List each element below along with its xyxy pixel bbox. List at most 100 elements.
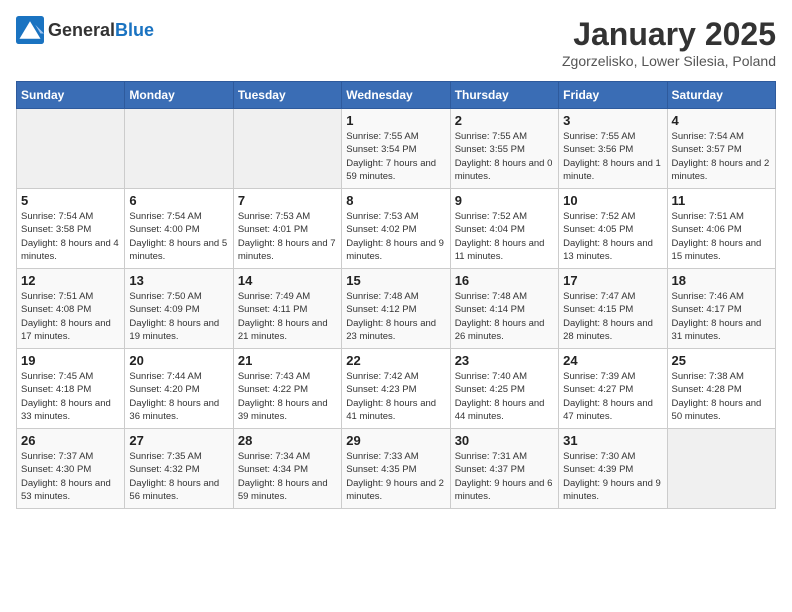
day-number: 26 <box>21 433 120 448</box>
day-info: Sunrise: 7:53 AM Sunset: 4:02 PM Dayligh… <box>346 210 445 263</box>
logo-blue: Blue <box>115 20 154 40</box>
title-section: January 2025 Zgorzelisko, Lower Silesia,… <box>562 16 776 69</box>
day-header-wednesday: Wednesday <box>342 82 450 109</box>
day-number: 23 <box>455 353 554 368</box>
calendar-cell: 14Sunrise: 7:49 AM Sunset: 4:11 PM Dayli… <box>233 269 341 349</box>
day-info: Sunrise: 7:52 AM Sunset: 4:04 PM Dayligh… <box>455 210 554 263</box>
day-info: Sunrise: 7:31 AM Sunset: 4:37 PM Dayligh… <box>455 450 554 503</box>
calendar-cell: 16Sunrise: 7:48 AM Sunset: 4:14 PM Dayli… <box>450 269 558 349</box>
calendar-cell: 20 Sunrise: 7:44 AM Sunset: 4:20 PM Dayli… <box>125 349 233 429</box>
day-number: 2 <box>455 113 554 128</box>
logo: GeneralBlue <box>16 16 154 44</box>
calendar-cell: 13Sunrise: 7:50 AM Sunset: 4:09 PM Dayli… <box>125 269 233 349</box>
calendar-cell: 7Sunrise: 7:53 AM Sunset: 4:01 PM Daylig… <box>233 189 341 269</box>
day-number: 1 <box>346 113 445 128</box>
day-info: Sunrise: 7:44 AM Sunset: 4:20 PM Dayligh… <box>129 370 228 423</box>
calendar-cell: 4 Sunrise: 7:54 AM Sunset: 3:57 PM Daylig… <box>667 109 775 189</box>
calendar-cell: 28 Sunrise: 7:34 AM Sunset: 4:34 PM Dayli… <box>233 429 341 509</box>
logo-text: GeneralBlue <box>48 20 154 41</box>
day-number: 19 <box>21 353 120 368</box>
day-number: 13 <box>129 273 228 288</box>
day-info: Sunrise: 7:45 AM Sunset: 4:18 PM Dayligh… <box>21 370 120 423</box>
day-number: 5 <box>21 193 120 208</box>
day-number: 17 <box>563 273 662 288</box>
calendar-cell: 24 Sunrise: 7:39 AM Sunset: 4:27 PM Dayli… <box>559 349 667 429</box>
calendar-cell: 17 Sunrise: 7:47 AM Sunset: 4:15 PM Dayli… <box>559 269 667 349</box>
calendar-cell: 3Sunrise: 7:55 AM Sunset: 3:56 PM Daylig… <box>559 109 667 189</box>
calendar-cell: 27Sunrise: 7:35 AM Sunset: 4:32 PM Dayli… <box>125 429 233 509</box>
calendar-cell: 25 Sunrise: 7:38 AM Sunset: 4:28 PM Dayli… <box>667 349 775 429</box>
day-info: Sunrise: 7:33 AM Sunset: 4:35 PM Dayligh… <box>346 450 445 503</box>
day-number: 9 <box>455 193 554 208</box>
calendar-header: SundayMondayTuesdayWednesdayThursdayFrid… <box>17 82 776 109</box>
day-info: Sunrise: 7:55 AM Sunset: 3:55 PM Dayligh… <box>455 130 554 183</box>
calendar-cell: 22Sunrise: 7:42 AM Sunset: 4:23 PM Dayli… <box>342 349 450 429</box>
day-header-sunday: Sunday <box>17 82 125 109</box>
calendar-cell: 10 Sunrise: 7:52 AM Sunset: 4:05 PM Dayli… <box>559 189 667 269</box>
calendar-subtitle: Zgorzelisko, Lower Silesia, Poland <box>562 53 776 69</box>
week-row-2: 5 Sunrise: 7:54 AM Sunset: 3:58 PM Daylig… <box>17 189 776 269</box>
day-info: Sunrise: 7:38 AM Sunset: 4:28 PM Dayligh… <box>672 370 771 423</box>
day-info: Sunrise: 7:48 AM Sunset: 4:12 PM Dayligh… <box>346 290 445 343</box>
day-number: 29 <box>346 433 445 448</box>
day-number: 11 <box>672 193 771 208</box>
day-number: 25 <box>672 353 771 368</box>
day-header-monday: Monday <box>125 82 233 109</box>
logo-icon <box>16 16 44 44</box>
calendar-cell: 9 Sunrise: 7:52 AM Sunset: 4:04 PM Daylig… <box>450 189 558 269</box>
day-number: 27 <box>129 433 228 448</box>
day-number: 21 <box>238 353 337 368</box>
day-info: Sunrise: 7:34 AM Sunset: 4:34 PM Dayligh… <box>238 450 337 503</box>
calendar-cell: 19 Sunrise: 7:45 AM Sunset: 4:18 PM Dayli… <box>17 349 125 429</box>
day-number: 31 <box>563 433 662 448</box>
day-number: 14 <box>238 273 337 288</box>
day-info: Sunrise: 7:51 AM Sunset: 4:06 PM Dayligh… <box>672 210 771 263</box>
week-row-4: 19 Sunrise: 7:45 AM Sunset: 4:18 PM Dayli… <box>17 349 776 429</box>
day-info: Sunrise: 7:51 AM Sunset: 4:08 PM Dayligh… <box>21 290 120 343</box>
calendar-table: SundayMondayTuesdayWednesdayThursdayFrid… <box>16 81 776 509</box>
day-number: 4 <box>672 113 771 128</box>
day-number: 3 <box>563 113 662 128</box>
day-info: Sunrise: 7:47 AM Sunset: 4:15 PM Dayligh… <box>563 290 662 343</box>
day-info: Sunrise: 7:54 AM Sunset: 3:57 PM Dayligh… <box>672 130 771 183</box>
calendar-cell: 30 Sunrise: 7:31 AM Sunset: 4:37 PM Dayli… <box>450 429 558 509</box>
day-number: 30 <box>455 433 554 448</box>
day-number: 28 <box>238 433 337 448</box>
header: GeneralBlue January 2025 Zgorzelisko, Lo… <box>16 16 776 69</box>
day-number: 8 <box>346 193 445 208</box>
day-number: 16 <box>455 273 554 288</box>
day-info: Sunrise: 7:30 AM Sunset: 4:39 PM Dayligh… <box>563 450 662 503</box>
day-number: 24 <box>563 353 662 368</box>
day-number: 22 <box>346 353 445 368</box>
day-info: Sunrise: 7:52 AM Sunset: 4:05 PM Dayligh… <box>563 210 662 263</box>
calendar-cell <box>667 429 775 509</box>
day-info: Sunrise: 7:54 AM Sunset: 3:58 PM Dayligh… <box>21 210 120 263</box>
day-number: 15 <box>346 273 445 288</box>
day-info: Sunrise: 7:54 AM Sunset: 4:00 PM Dayligh… <box>129 210 228 263</box>
day-info: Sunrise: 7:46 AM Sunset: 4:17 PM Dayligh… <box>672 290 771 343</box>
day-header-thursday: Thursday <box>450 82 558 109</box>
calendar-cell: 6Sunrise: 7:54 AM Sunset: 4:00 PM Daylig… <box>125 189 233 269</box>
week-row-1: 1 Sunrise: 7:55 AM Sunset: 3:54 PM Daylig… <box>17 109 776 189</box>
calendar-cell: 23 Sunrise: 7:40 AM Sunset: 4:25 PM Dayli… <box>450 349 558 429</box>
calendar-cell: 11 Sunrise: 7:51 AM Sunset: 4:06 PM Dayli… <box>667 189 775 269</box>
day-header-tuesday: Tuesday <box>233 82 341 109</box>
day-number: 12 <box>21 273 120 288</box>
day-info: Sunrise: 7:53 AM Sunset: 4:01 PM Dayligh… <box>238 210 337 263</box>
day-info: Sunrise: 7:55 AM Sunset: 3:54 PM Dayligh… <box>346 130 445 183</box>
week-row-5: 26Sunrise: 7:37 AM Sunset: 4:30 PM Dayli… <box>17 429 776 509</box>
calendar-cell: 12 Sunrise: 7:51 AM Sunset: 4:08 PM Dayli… <box>17 269 125 349</box>
day-number: 20 <box>129 353 228 368</box>
calendar-cell: 26Sunrise: 7:37 AM Sunset: 4:30 PM Dayli… <box>17 429 125 509</box>
day-number: 10 <box>563 193 662 208</box>
day-info: Sunrise: 7:40 AM Sunset: 4:25 PM Dayligh… <box>455 370 554 423</box>
calendar-cell <box>125 109 233 189</box>
calendar-body: 1 Sunrise: 7:55 AM Sunset: 3:54 PM Daylig… <box>17 109 776 509</box>
calendar-cell: 15 Sunrise: 7:48 AM Sunset: 4:12 PM Dayli… <box>342 269 450 349</box>
calendar-cell: 29 Sunrise: 7:33 AM Sunset: 4:35 PM Dayli… <box>342 429 450 509</box>
day-header-friday: Friday <box>559 82 667 109</box>
calendar-cell: 21Sunrise: 7:43 AM Sunset: 4:22 PM Dayli… <box>233 349 341 429</box>
day-info: Sunrise: 7:39 AM Sunset: 4:27 PM Dayligh… <box>563 370 662 423</box>
calendar-cell: 1 Sunrise: 7:55 AM Sunset: 3:54 PM Daylig… <box>342 109 450 189</box>
day-header-saturday: Saturday <box>667 82 775 109</box>
